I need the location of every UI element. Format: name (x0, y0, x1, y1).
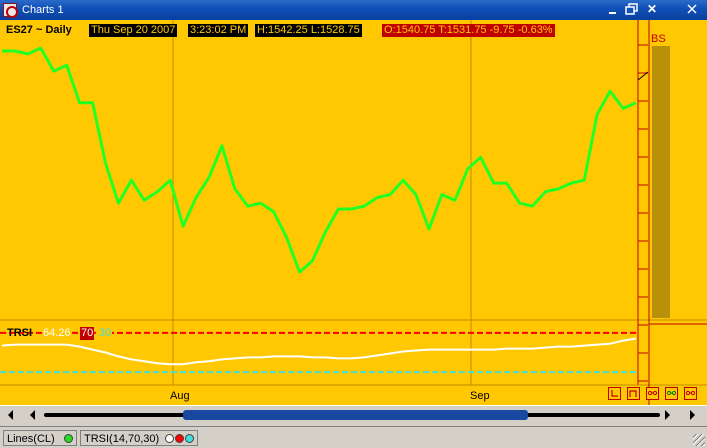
cyan-dot-icon (185, 434, 194, 443)
title-bar[interactable]: Charts 1 ✕ (0, 0, 707, 20)
white-dot-icon (165, 434, 174, 443)
status-lines-label: Lines(CL) (7, 433, 55, 445)
horizontal-scrollbar[interactable] (0, 405, 707, 424)
close-button[interactable]: ✕ (644, 2, 660, 17)
status-bar: Lines(CL) TRSI(14,70,30) (0, 426, 707, 448)
scroll-left-icon[interactable] (30, 410, 35, 420)
scissors-green-icon (666, 390, 677, 396)
overbought-level: 70 (80, 327, 95, 340)
open-last-change-readout: O:1540.75 T:1531.75 -9.75 -0.63% (382, 24, 555, 37)
close-icon (687, 4, 697, 14)
status-trsi-item[interactable]: TRSI(14,70,30) (80, 430, 198, 446)
bs-label: BS (651, 33, 666, 45)
status-lines-item[interactable]: Lines(CL) (3, 430, 77, 446)
square-icon (629, 390, 637, 397)
step-back-icon (611, 390, 618, 397)
trsi-line (1, 337, 637, 366)
green-dot-icon (64, 434, 73, 443)
restore-icon (625, 3, 638, 15)
scroll-right-end-icon[interactable] (690, 410, 695, 420)
chart-canvas[interactable] (0, 20, 707, 405)
scissors-green-button[interactable] (665, 387, 678, 400)
date-readout: Thu Sep 20 2007 (89, 24, 178, 37)
scissors-button[interactable] (646, 387, 659, 400)
scissors-red-button[interactable] (684, 387, 697, 400)
chart-window: Charts 1 ✕ ES27 ~ Daily Thu Sep 20 2007 … (0, 0, 707, 448)
window-title: Charts 1 (22, 4, 64, 16)
step-back-button[interactable] (608, 387, 621, 400)
price-line (2, 46, 637, 274)
chart-area[interactable]: ES27 ~ Daily Thu Sep 20 2007 3:23:02 PM … (0, 20, 707, 405)
indicator-name: TRSI (7, 327, 33, 339)
status-trsi-label: TRSI(14,70,30) (84, 433, 160, 445)
scroll-left-end-icon[interactable] (8, 410, 13, 420)
time-readout: 3:23:02 PM (188, 24, 249, 37)
oversold-level: 30 (98, 327, 113, 340)
app-icon (3, 3, 18, 18)
scroll-thumb[interactable] (183, 410, 528, 420)
close-chart-button[interactable] (684, 2, 700, 17)
symbol-label: ES27 ~ Daily (6, 24, 72, 36)
square-tool-button[interactable] (627, 387, 640, 400)
red-dot-icon (175, 434, 184, 443)
scissors-icon (647, 390, 658, 396)
minimize-icon (609, 12, 616, 14)
indicator-value: 64.26 (42, 327, 72, 340)
month-label-aug: Aug (170, 390, 190, 402)
scroll-right-icon[interactable] (665, 410, 670, 420)
high-low-readout: H:1542.25 L:1528.75 (255, 24, 362, 37)
restore-button[interactable] (624, 2, 640, 17)
resize-grip-icon[interactable] (693, 434, 705, 446)
bs-volume-bar (652, 46, 670, 318)
scissors-red-icon (685, 390, 696, 396)
month-label-sep: Sep (470, 390, 490, 402)
minimize-button[interactable] (606, 2, 622, 17)
